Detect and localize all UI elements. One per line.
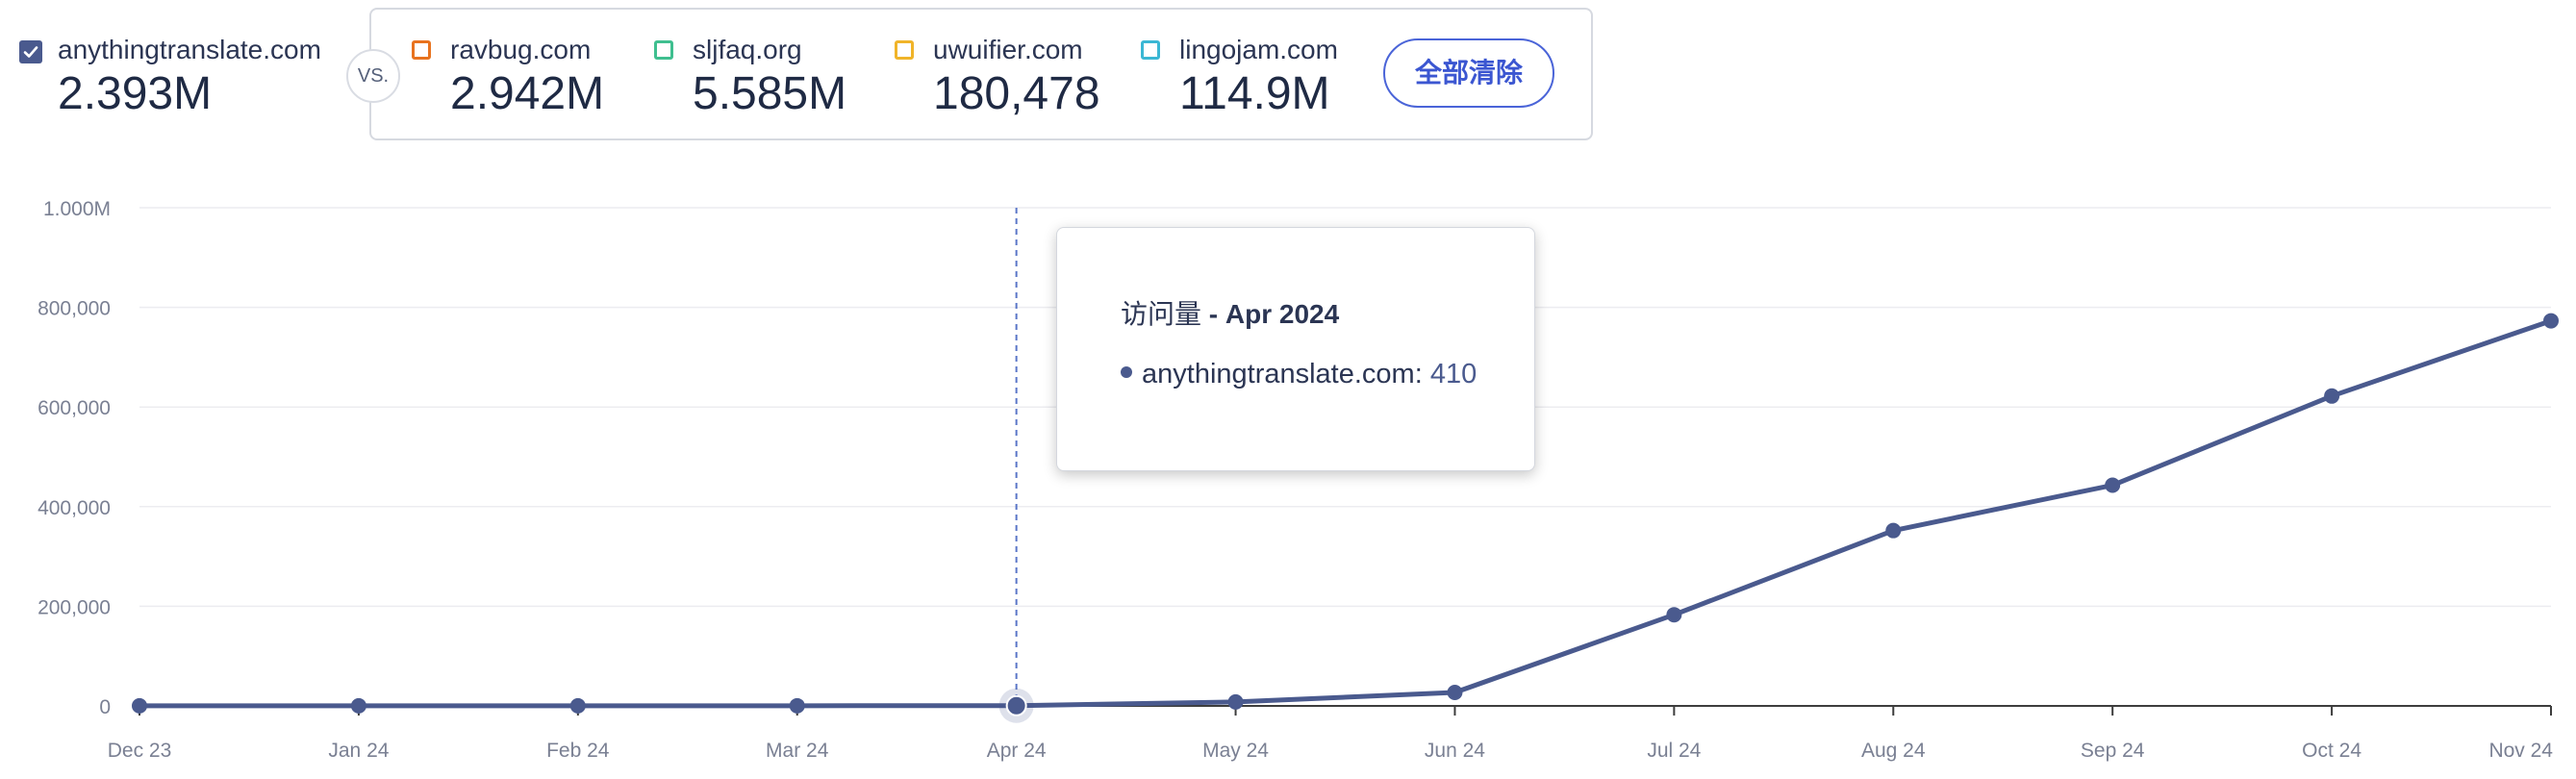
vs-badge: VS. — [346, 49, 400, 103]
highlight-point — [1005, 694, 1027, 716]
chart-tooltip: 访问量 - Apr 2024 anythingtranslate.com: 41… — [1056, 227, 1535, 471]
x-tick-label: Dec 23 — [108, 740, 172, 762]
y-tick-label: 1.000M — [43, 198, 111, 220]
data-point — [2543, 313, 2559, 329]
x-tick-label: Jul 24 — [1647, 740, 1701, 762]
data-point — [1227, 693, 1244, 710]
x-tick-label: Sep 24 — [2081, 740, 2145, 762]
x-tick-label: Nov 24 — [2488, 740, 2553, 762]
x-tick-label: Mar 24 — [766, 740, 829, 762]
x-tick-label: Jan 24 — [328, 740, 389, 762]
x-tick-label: Oct 24 — [2302, 740, 2361, 762]
tooltip-title: 访问量 - Apr 2024 — [1121, 293, 1339, 332]
data-point — [350, 697, 366, 714]
data-point — [2324, 388, 2340, 404]
y-tick-label: 800,000 — [38, 298, 111, 320]
tooltip-row: anythingtranslate.com: 410 — [1121, 359, 1477, 390]
tooltip-period: Apr 2024 — [1225, 299, 1340, 329]
data-point — [1666, 607, 1682, 623]
tooltip-metric: 访问量 — [1121, 299, 1202, 329]
data-point — [1885, 522, 1902, 539]
tooltip-series-label: anythingtranslate.com — [1142, 359, 1415, 390]
data-point — [1447, 685, 1463, 701]
x-tick-label: Apr 24 — [987, 740, 1047, 762]
x-tick-label: Aug 24 — [1861, 740, 1926, 762]
y-tick-label: 200,000 — [38, 596, 111, 618]
data-point — [789, 697, 805, 714]
x-tick-label: Feb 24 — [546, 740, 610, 762]
y-tick-label: 600,000 — [38, 397, 111, 419]
y-tick-label: 0 — [99, 696, 111, 718]
y-tick-label: 400,000 — [38, 497, 111, 519]
x-tick-label: May 24 — [1202, 740, 1269, 762]
tooltip-separator: - — [1201, 299, 1225, 329]
data-point — [569, 697, 586, 714]
data-point — [2105, 477, 2121, 493]
data-point — [132, 697, 147, 714]
tooltip-value: 410 — [1429, 359, 1477, 390]
x-tick-label: Jun 24 — [1425, 740, 1485, 762]
series-dot-icon — [1121, 366, 1132, 379]
